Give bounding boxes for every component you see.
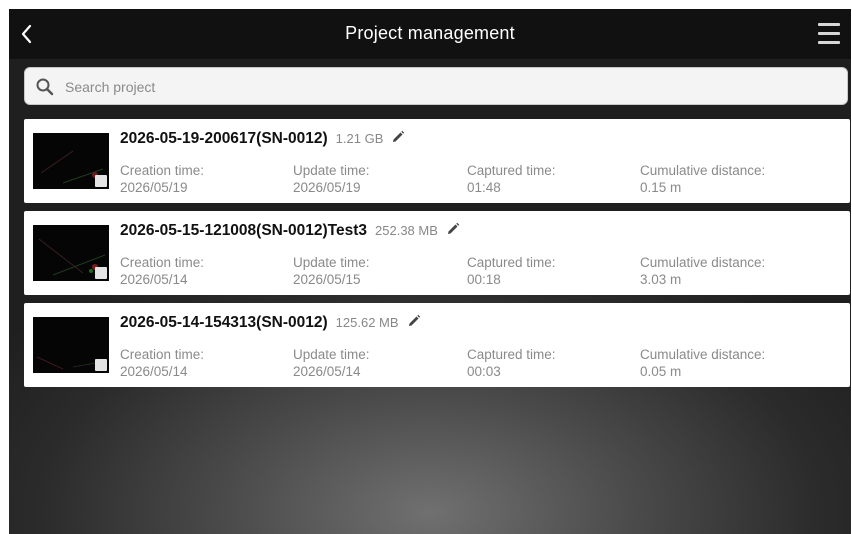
project-size: 1.21 GB <box>335 131 384 146</box>
update-time-label: Update time: <box>293 347 370 362</box>
update-time-block: Update time: 2026/05/19 <box>293 162 370 196</box>
page-title: Project management <box>345 23 515 43</box>
project-management-screen: Project management 2026-05-19-200617(SN-… <box>9 9 851 534</box>
project-card[interactable]: 2026-05-15-121008(SN-0012)Test3 252.38 MB… <box>24 211 850 295</box>
cumulative-distance-value: 3.03 m <box>640 272 682 287</box>
update-time-value: 2026/05/15 <box>293 272 361 287</box>
top-app-bar: Project management <box>9 9 851 59</box>
project-card[interactable]: 2026-05-19-200617(SN-0012) 1.21 GB Creati… <box>24 119 850 203</box>
captured-time-value: 00:18 <box>467 272 501 287</box>
captured-time-value: 01:48 <box>467 180 501 195</box>
captured-time-value: 00:03 <box>467 364 501 379</box>
search-icon <box>36 78 54 96</box>
update-time-block: Update time: 2026/05/14 <box>293 346 370 380</box>
cumulative-distance-label: Cumulative distance: <box>640 255 766 270</box>
creation-time-block: Creation time: 2026/05/14 <box>120 346 204 380</box>
cumulative-distance-label: Cumulative distance: <box>640 347 766 362</box>
edit-pencil-icon[interactable] <box>391 130 405 149</box>
creation-time-label: Creation time: <box>120 163 205 178</box>
captured-time-label: Captured time: <box>467 347 556 362</box>
captured-time-block: Captured time: 00:03 <box>467 346 556 380</box>
creation-time-value: 2026/05/19 <box>120 180 188 195</box>
update-time-block: Update time: 2026/05/15 <box>293 254 370 288</box>
update-time-value: 2026/05/19 <box>293 180 361 195</box>
project-size: 125.62 MB <box>335 315 399 330</box>
captured-time-block: Captured time: 00:18 <box>467 254 556 288</box>
project-card[interactable]: 2026-05-14-154313(SN-0012) 125.62 MB Crea… <box>24 303 850 387</box>
cumulative-distance-value: 0.05 m <box>640 364 682 379</box>
captured-time-block: Captured time: 01:48 <box>467 162 556 196</box>
creation-time-block: Creation time: 2026/05/14 <box>120 254 204 288</box>
creation-time-block: Creation time: 2026/05/19 <box>120 162 204 196</box>
cumulative-distance-block: Cumulative distance: 0.05 m <box>640 346 765 380</box>
edit-pencil-icon[interactable] <box>407 314 421 333</box>
captured-time-label: Captured time: <box>467 255 556 270</box>
update-time-value: 2026/05/14 <box>293 364 361 379</box>
update-time-label: Update time: <box>293 255 370 270</box>
project-name: 2026-05-14-154313(SN-0012) <box>120 314 328 331</box>
creation-time-label: Creation time: <box>120 255 205 270</box>
search-bar[interactable] <box>24 67 848 105</box>
cumulative-distance-block: Cumulative distance: 3.03 m <box>640 254 765 288</box>
project-thumbnail[interactable] <box>33 225 109 281</box>
creation-time-value: 2026/05/14 <box>120 272 188 287</box>
menu-button[interactable] <box>815 19 845 49</box>
zoom-icon <box>95 359 107 371</box>
cumulative-distance-value: 0.15 m <box>640 180 682 195</box>
project-title-line: 2026-05-14-154313(SN-0012) 125.62 MB <box>120 314 421 333</box>
project-name: 2026-05-19-200617(SN-0012) <box>120 130 328 147</box>
project-thumbnail[interactable] <box>33 133 109 189</box>
project-thumbnail[interactable] <box>33 317 109 373</box>
project-name: 2026-05-15-121008(SN-0012)Test3 <box>120 222 368 239</box>
captured-time-label: Captured time: <box>467 163 556 178</box>
search-input[interactable] <box>63 74 827 100</box>
hamburger-menu-icon <box>818 41 840 44</box>
update-time-label: Update time: <box>293 163 370 178</box>
project-title-line: 2026-05-19-200617(SN-0012) 1.21 GB <box>120 130 405 149</box>
cumulative-distance-label: Cumulative distance: <box>640 163 766 178</box>
zoom-icon <box>95 267 107 279</box>
edit-pencil-icon[interactable] <box>446 222 460 241</box>
hamburger-menu-icon <box>818 23 840 26</box>
creation-time-label: Creation time: <box>120 347 205 362</box>
zoom-icon <box>95 175 107 187</box>
project-size: 252.38 MB <box>375 223 438 238</box>
cumulative-distance-block: Cumulative distance: 0.15 m <box>640 162 765 196</box>
creation-time-value: 2026/05/14 <box>120 364 188 379</box>
project-title-line: 2026-05-15-121008(SN-0012)Test3 252.38 MB <box>120 222 460 241</box>
hamburger-menu-icon <box>818 32 840 35</box>
